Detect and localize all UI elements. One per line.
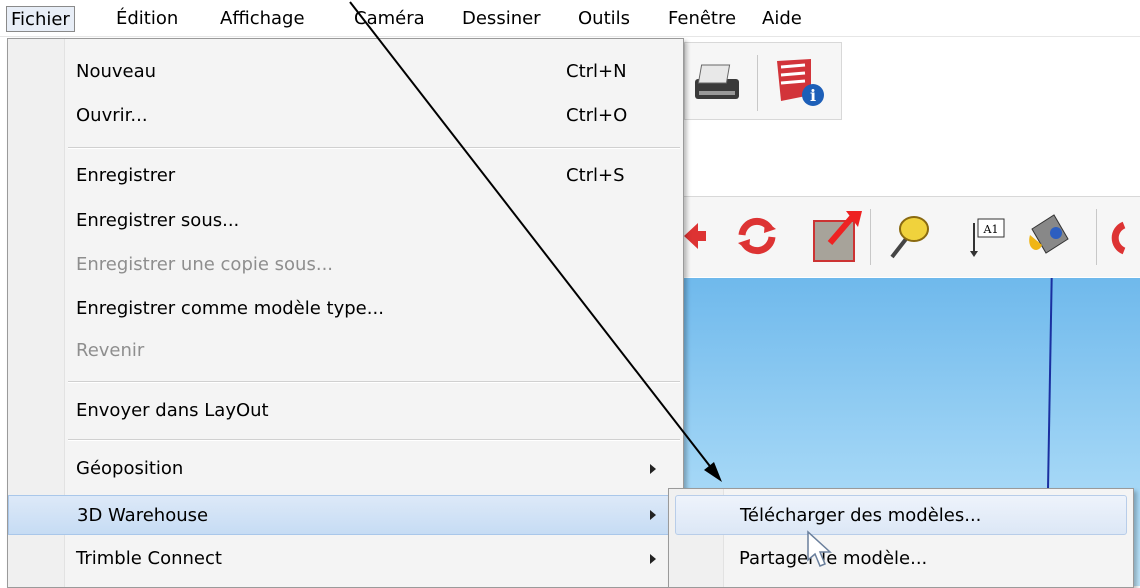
menu-dessiner[interactable]: Dessiner [458,6,545,32]
menu-item-label: Enregistrer comme modèle type... [76,298,384,319]
menu-divider [68,381,680,383]
menu-item-shortcut: Ctrl+O [566,105,628,126]
menu-aide[interactable]: Aide [758,6,806,32]
text-tool-glyph: A1 [983,223,999,236]
file-menu-dropdown: Nouveau Ctrl+N Ouvrir... Ctrl+O Enregist… [7,38,684,588]
menu-item-label: Géoposition [76,458,184,479]
menu-item-trimble-connect[interactable]: Trimble Connect [8,539,683,579]
submenu-arrow-icon [650,510,656,520]
menu-item-label: Revenir [76,340,145,361]
menu-item-label: Ouvrir... [76,105,148,126]
menu-item-label: Enregistrer [76,165,176,186]
submenu-item-label: Télécharger des modèles... [740,505,982,526]
menu-divider [68,439,680,441]
menu-item-enregistrer-copie: Enregistrer une copie sous... [8,245,683,285]
menu-item-modele-type[interactable]: Enregistrer comme modèle type... [8,289,683,329]
toolbar-main: A1 [684,196,1140,277]
menu-affichage[interactable]: Affichage [216,6,309,32]
menu-item-nouveau[interactable]: Nouveau Ctrl+N [8,52,683,92]
paint-bucket-icon[interactable] [1024,209,1076,267]
menu-item-shortcut: Ctrl+S [566,165,625,186]
text-label-icon[interactable]: A1 [968,211,1012,265]
menu-item-ouvrir[interactable]: Ouvrir... Ctrl+O [8,96,683,136]
menu-item-envoyer-layout[interactable]: Envoyer dans LayOut [8,391,683,431]
menu-item-label: Trimble Connect [76,548,222,569]
orbit-icon[interactable] [1108,217,1140,261]
submenu-item-partager[interactable]: Partager le modèle... [675,539,1127,579]
menu-item-label: Enregistrer une copie sous... [76,254,334,275]
rotate-icon[interactable] [732,211,782,265]
menu-item-3d-warehouse[interactable]: 3D Warehouse [8,495,683,535]
menu-item-label: Enregistrer sous... [76,210,240,231]
submenu-item-telecharger[interactable]: Télécharger des modèles... [675,495,1127,535]
menu-item-shortcut: Ctrl+N [566,61,627,82]
submenu-arrow-icon [650,554,656,564]
move-icon[interactable] [680,211,718,265]
menu-bar: Fichier Édition Affichage Caméra Dessine… [0,0,1140,37]
svg-text:i: i [810,86,816,105]
menu-item-label: 3D Warehouse [77,505,209,526]
tape-measure-icon[interactable] [884,209,934,267]
push-pull-icon[interactable] [810,207,866,269]
printer-icon[interactable] [689,57,745,111]
menu-item-enregistrer-sous[interactable]: Enregistrer sous... [8,201,683,241]
menu-divider [68,147,680,149]
menu-item-enregistrer[interactable]: Enregistrer Ctrl+S [8,156,683,196]
menu-fichier[interactable]: Fichier [6,6,75,32]
menu-outils[interactable]: Outils [574,6,634,32]
menu-item-label: Nouveau [76,61,157,82]
model-info-icon[interactable]: i [771,55,827,113]
menu-item-label: Envoyer dans LayOut [76,400,269,421]
menu-fenetre[interactable]: Fenêtre [664,6,740,32]
toolbar-top: i [684,42,842,120]
menu-camera[interactable]: Caméra [350,6,429,32]
menu-item-revenir: Revenir [8,331,683,371]
submenu-arrow-icon [650,464,656,474]
mouse-cursor-icon [807,530,832,567]
menu-edition[interactable]: Édition [112,6,182,32]
warehouse-submenu: Télécharger des modèles... Partager le m… [668,488,1134,588]
menu-item-geoposition[interactable]: Géoposition [8,449,683,489]
